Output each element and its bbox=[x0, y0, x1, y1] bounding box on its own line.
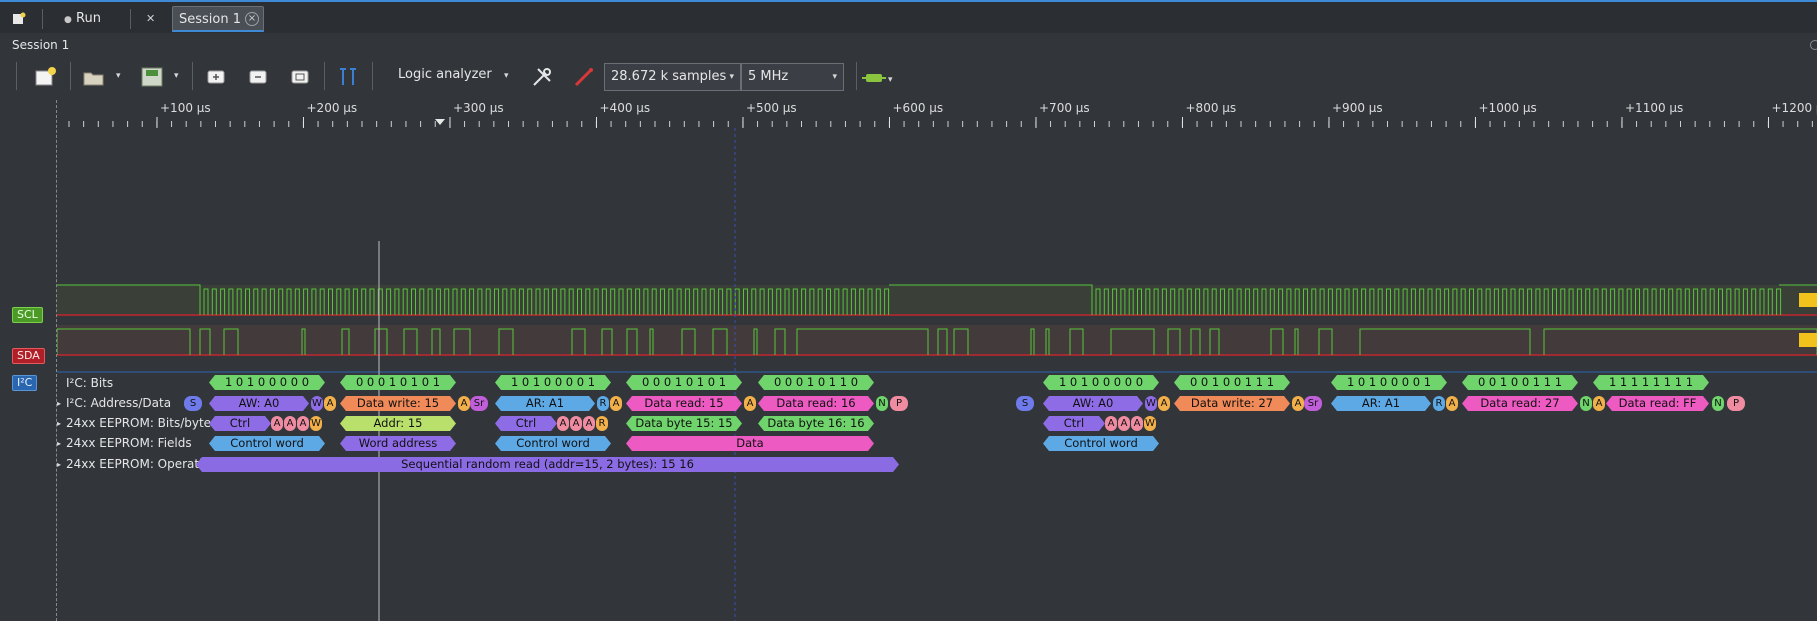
tab-session-1[interactable]: Session 1 × bbox=[172, 6, 264, 32]
waveforms bbox=[57, 128, 1817, 621]
sda-trigger-marker bbox=[1799, 333, 1817, 347]
run-dot-icon: ● bbox=[64, 15, 72, 25]
toolbar: ▾ ▾ Logic analyzer ▾ 28.672 k samples ▾ … bbox=[0, 40, 1817, 100]
ruler-tick-label: +1200 µs bbox=[1772, 101, 1817, 115]
zoom-fit-icon[interactable] bbox=[288, 65, 312, 89]
device-selector[interactable]: Logic analyzer bbox=[398, 67, 492, 82]
sample-count-combo[interactable]: 28.672 k samples ▾ bbox=[604, 63, 741, 91]
tab-run-label: Run bbox=[76, 11, 101, 26]
tab-bar: ● Run ✕ Session 1 × bbox=[0, 0, 1817, 33]
i2c-label: I²C bbox=[17, 376, 33, 389]
tab-run[interactable]: ● Run bbox=[64, 6, 114, 32]
settings-icon: ✕ bbox=[146, 12, 156, 25]
row-label-eeprom-operations: 24xx EEPROM: Operations bbox=[66, 457, 224, 471]
chevron-down-icon: ▾ bbox=[832, 72, 837, 82]
ruler-tick-label: +300 µs bbox=[453, 101, 504, 115]
save-dropdown-caret-icon[interactable]: ▾ bbox=[174, 71, 179, 81]
new-view-icon[interactable] bbox=[34, 65, 58, 89]
sample-rate-value: 5 MHz bbox=[748, 69, 789, 84]
expander-icon[interactable]: ▸ bbox=[57, 419, 61, 428]
ruler-tick-label: +900 µs bbox=[1332, 101, 1383, 115]
cursor-marker-icon bbox=[435, 119, 445, 125]
channel-badge-scl[interactable]: SCL bbox=[12, 307, 43, 323]
tab-settings[interactable]: ✕ bbox=[146, 6, 164, 32]
ruler-tick-label: +400 µs bbox=[600, 101, 651, 115]
cursors-icon[interactable] bbox=[336, 65, 360, 89]
dock-button-icon[interactable] bbox=[1810, 40, 1817, 50]
ruler-ticks: +100 µs +200 µs +300 µs +400 µs +500 µs +600 … bbox=[68, 101, 1817, 128]
row-label-eeprom-bits-bytes: 24xx EEPROM: Bits/bytes bbox=[66, 416, 218, 430]
session-title: Session 1 bbox=[12, 38, 70, 52]
open-folder-icon[interactable] bbox=[82, 65, 106, 89]
sda-label: SDA bbox=[17, 349, 40, 362]
close-icon[interactable]: × bbox=[245, 12, 259, 26]
device-dropdown-caret-icon[interactable]: ▾ bbox=[504, 71, 509, 81]
configure-device-icon[interactable] bbox=[530, 65, 554, 89]
run-dropdown-caret-icon[interactable]: ▾ bbox=[888, 75, 893, 85]
row-label-i2c-addr-data: I²C: Address/Data bbox=[66, 396, 172, 410]
zoom-out-icon[interactable] bbox=[246, 65, 270, 89]
run-acquisition-icon[interactable] bbox=[862, 65, 886, 89]
expander-icon[interactable]: ▸ bbox=[57, 399, 61, 408]
expander-icon[interactable]: ▸ bbox=[57, 439, 61, 448]
zoom-in-icon[interactable] bbox=[204, 65, 228, 89]
ruler-tick-label: +100 µs bbox=[160, 101, 211, 115]
time-ruler[interactable]: +100 µs +200 µs +300 µs +400 µs +500 µs +600 … bbox=[57, 100, 1817, 128]
ruler-tick-label: +600 µs bbox=[893, 101, 944, 115]
save-icon[interactable] bbox=[140, 65, 164, 89]
trace-area[interactable] bbox=[57, 128, 1817, 621]
open-dropdown-caret-icon[interactable]: ▾ bbox=[116, 71, 121, 81]
probe-icon[interactable] bbox=[572, 65, 596, 89]
expander-icon[interactable]: ▸ bbox=[57, 460, 61, 469]
tab-new-session[interactable] bbox=[12, 6, 32, 32]
scl-trigger-marker bbox=[1799, 293, 1817, 307]
ruler-tick-label: +800 µs bbox=[1186, 101, 1237, 115]
row-label-i2c-bits: I²C: Bits bbox=[66, 376, 114, 390]
row-label-eeprom-fields: 24xx EEPROM: Fields bbox=[66, 436, 192, 450]
new-session-icon bbox=[13, 12, 26, 24]
ruler-tick-label: +200 µs bbox=[307, 101, 358, 115]
channel-badge-sda[interactable]: SDA bbox=[12, 348, 45, 364]
scl-label: SCL bbox=[17, 308, 38, 321]
tab-session-label: Session 1 bbox=[179, 12, 242, 27]
channel-badge-i2c[interactable]: I²C bbox=[12, 375, 38, 391]
ruler-tick-label: +1100 µs bbox=[1625, 101, 1683, 115]
sample-count-value: 28.672 k samples bbox=[611, 69, 727, 84]
ruler-tick-label: +500 µs bbox=[746, 101, 797, 115]
ruler-tick-label: +700 µs bbox=[1039, 101, 1090, 115]
ruler-tick-label: +1000 µs bbox=[1479, 101, 1537, 115]
sample-rate-combo[interactable]: 5 MHz ▾ bbox=[741, 63, 844, 91]
chevron-down-icon: ▾ bbox=[729, 72, 734, 82]
